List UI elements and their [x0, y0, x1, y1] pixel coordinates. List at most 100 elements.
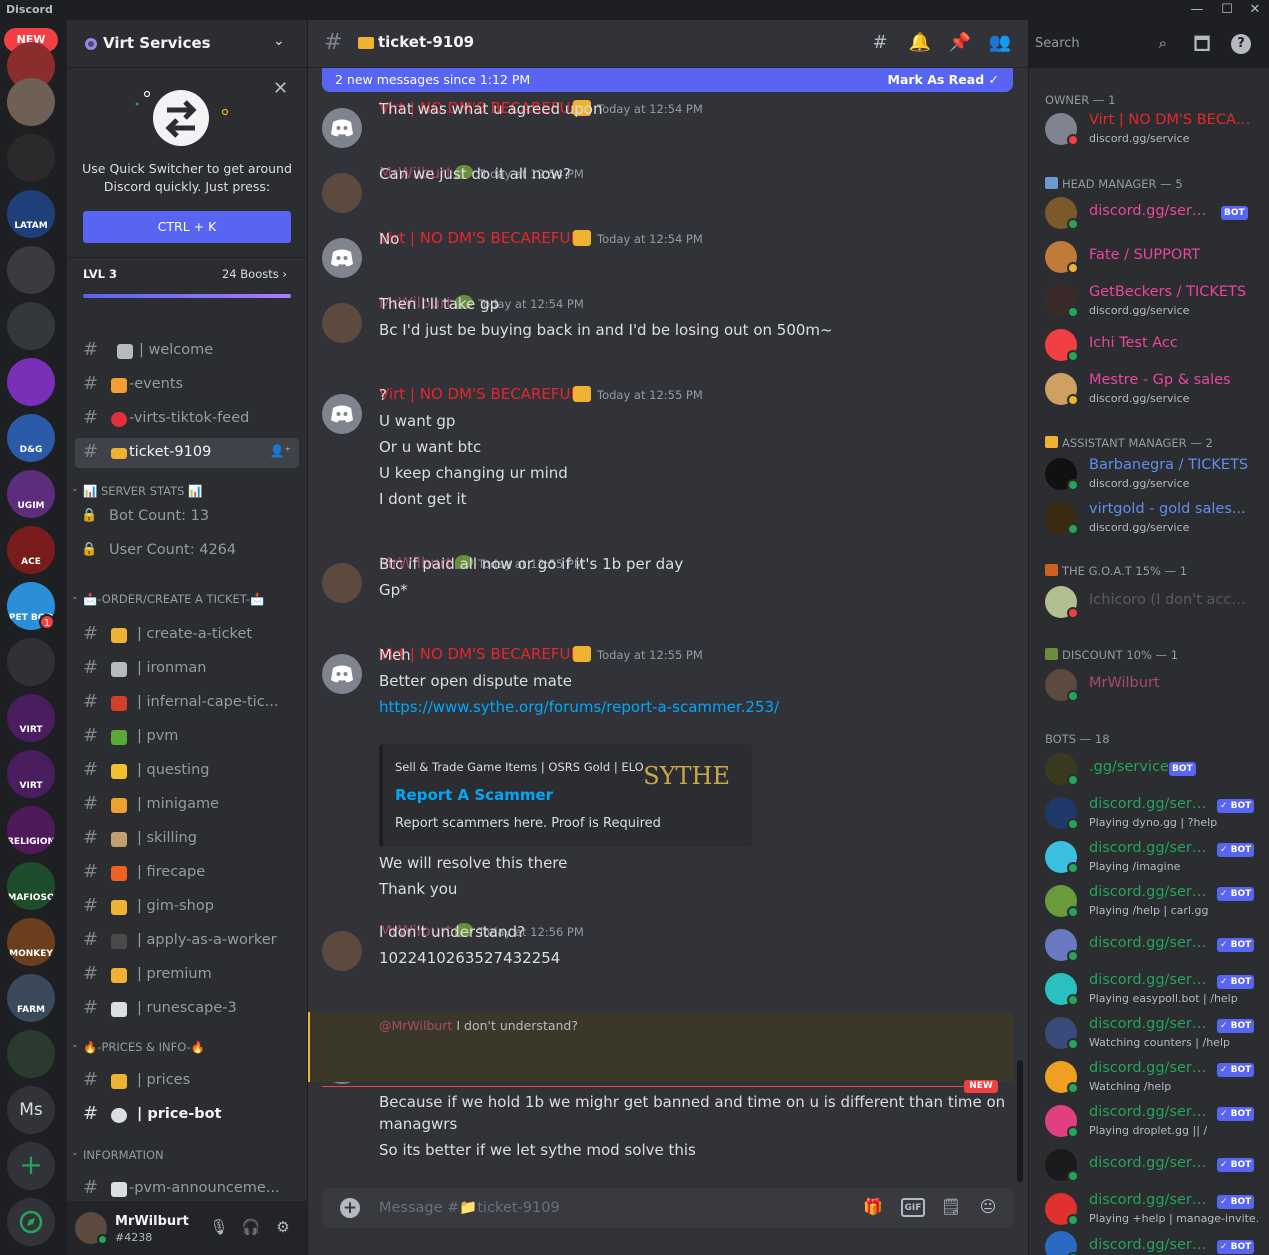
server-5[interactable]: [7, 246, 55, 294]
hash-icon: #: [83, 1103, 99, 1124]
new-messages-divider: [322, 1086, 984, 1087]
avatar[interactable]: [322, 931, 362, 971]
server-7[interactable]: [7, 358, 55, 406]
server-3[interactable]: [7, 134, 55, 182]
chat-scrollbar[interactable]: [1017, 1060, 1023, 1182]
channel-questing[interactable]: # | questing: [75, 756, 299, 786]
minimize-button[interactable]: —: [1186, 1, 1208, 19]
explore-servers-button[interactable]: [7, 1198, 55, 1246]
category-prices[interactable]: ⌄ 🔥-PRICES & INFO-🔥: [71, 1038, 301, 1058]
server-religion[interactable]: RELIGION: [7, 806, 55, 854]
category-information[interactable]: ⌄ INFORMATION: [71, 1146, 301, 1166]
quick-switcher-button[interactable]: CTRL + K: [83, 211, 291, 243]
gift-icon[interactable]: 🎁: [861, 1197, 885, 1219]
close-window-button[interactable]: ✕: [1244, 1, 1266, 19]
server-19[interactable]: [7, 1030, 55, 1078]
server-monkey[interactable]: MONKEY: [7, 918, 55, 966]
gift-emoji-icon: [111, 378, 127, 393]
member-list: OWNER — 1 HEAD MANAGER — 5 ASSISTANT MANAG…: [1029, 68, 1269, 1255]
server-farm[interactable]: FARM: [7, 974, 55, 1022]
bell-icon[interactable]: 🔔: [908, 32, 932, 56]
bot-tag: ✓ BOT: [1217, 1158, 1255, 1172]
gif-button[interactable]: GIF: [901, 1198, 925, 1217]
avatar[interactable]: [322, 238, 362, 278]
add-member-icon[interactable]: 👤⁺: [270, 444, 291, 458]
mark-as-read-button[interactable]: Mark As Read ✓: [888, 72, 999, 87]
maximize-button[interactable]: ☐: [1216, 1, 1238, 19]
gear-icon[interactable]: ⚙: [273, 1218, 293, 1238]
channel-apply-as-a-worker[interactable]: # | apply-as-a-worker: [75, 926, 299, 956]
server-ms[interactable]: Ms: [7, 1086, 55, 1134]
server-2[interactable]: [7, 78, 55, 126]
emoji-icon[interactable]: 😐: [976, 1197, 1000, 1219]
member-name: discord.gg/servi...: [1089, 972, 1214, 988]
channel-pvm-announcements[interactable]: # -pvm-announceme...: [75, 1174, 299, 1204]
avatar[interactable]: [322, 563, 362, 603]
server-ugim[interactable]: UGIM: [7, 470, 55, 518]
channel-runescape-3[interactable]: # | runescape-3: [75, 994, 299, 1024]
inbox-icon[interactable]: 🗖: [1190, 32, 1214, 56]
channel-emoji-icon: [111, 832, 127, 847]
channel-welcome[interactable]: # | welcome: [75, 336, 299, 366]
channel-gim-shop[interactable]: # | gim-shop: [75, 892, 299, 922]
message-input[interactable]: Message #📁ticket-9109: [379, 1199, 560, 1216]
category-server-stats[interactable]: ⌄ 📊 SERVER STATS 📊: [71, 482, 301, 502]
help-icon[interactable]: ?: [1231, 34, 1251, 54]
channel-price-bot[interactable]: # | price-bot: [75, 1100, 299, 1130]
server-6[interactable]: [7, 302, 55, 350]
channel-premium[interactable]: # | premium: [75, 960, 299, 990]
channel-virts-tiktok-feed[interactable]: # -virts-tiktok-feed: [75, 404, 299, 434]
message-link[interactable]: https://www.sythe.org/forums/report-a-sc…: [379, 698, 779, 716]
server-latam[interactable]: LATAM: [7, 190, 55, 238]
server-virt-2[interactable]: VIRT: [7, 750, 55, 798]
channel-skilling[interactable]: # | skilling: [75, 824, 299, 854]
robot-emoji-icon: [111, 1108, 127, 1123]
close-icon[interactable]: ✕: [273, 78, 288, 99]
headphones-icon[interactable]: 🎧: [241, 1218, 261, 1238]
pin-icon[interactable]: 📌: [948, 32, 972, 56]
boost-progress[interactable]: LVL 3 24 Boosts ›: [67, 258, 307, 310]
category-order[interactable]: ⌄ 📩-ORDER/CREATE A TICKET-📩: [71, 590, 301, 610]
quick-switcher-card: ✕ Use Quick Switcher to get around Disco…: [67, 68, 307, 258]
search-box[interactable]: Search ⌕: [1029, 32, 1173, 56]
sticker-icon[interactable]: 🗒: [939, 1197, 963, 1219]
add-server-button[interactable]: +: [7, 1142, 55, 1190]
attach-plus-icon[interactable]: +: [340, 1198, 360, 1218]
channel-prices[interactable]: # | prices: [75, 1066, 299, 1096]
server-12[interactable]: [7, 638, 55, 686]
avatar[interactable]: [322, 108, 362, 148]
avatar[interactable]: [322, 654, 362, 694]
message-text: Can we just do it all now?: [379, 165, 571, 183]
message-author[interactable]: Virt | NO DM'S BECAREFUL: [379, 229, 579, 247]
new-messages-bar[interactable]: 2 new messages since 1:12 PM Mark As Rea…: [322, 68, 1013, 92]
avatar[interactable]: [322, 394, 362, 434]
message-author[interactable]: Virt | NO DM'S BECAREFUL: [379, 385, 579, 403]
channel-label: | firecape: [137, 864, 206, 880]
avatar[interactable]: [322, 303, 362, 343]
channel-events[interactable]: # -events: [75, 370, 299, 400]
voice-channel-bot-count[interactable]: Bot Count: 13: [109, 508, 209, 524]
members-icon[interactable]: 👥: [988, 32, 1012, 56]
channel-ironman[interactable]: # | ironman: [75, 654, 299, 684]
reply-preview[interactable]: @MrWilburt I don't understand?: [379, 1018, 578, 1033]
embed-title-link[interactable]: Report A Scammer: [395, 786, 553, 804]
channel-minigame[interactable]: # | minigame: [75, 790, 299, 820]
threads-icon[interactable]: #: [868, 32, 892, 56]
message-composer[interactable]: + Message #📁ticket-9109 🎁 GIF 🗒 😐: [322, 1188, 1013, 1228]
server-mafioso[interactable]: MAFIOSO: [7, 862, 55, 910]
search-input[interactable]: Search: [1035, 36, 1080, 51]
channel-ticket-9109[interactable]: # ticket-9109 👤⁺: [75, 438, 299, 468]
channel-infernal-cape[interactable]: # | infernal-cape-tic...: [75, 688, 299, 718]
channel-create-a-ticket[interactable]: # | create-a-ticket: [75, 620, 299, 650]
server-virt-1[interactable]: VIRT: [7, 694, 55, 742]
server-dg[interactable]: D&G: [7, 414, 55, 462]
voice-channel-user-count[interactable]: User Count: 4264: [109, 542, 236, 558]
server-ace[interactable]: ACE: [7, 526, 55, 574]
channel-pvm[interactable]: # | pvm: [75, 722, 299, 752]
username[interactable]: MrWilburt: [115, 1214, 189, 1229]
hash-icon: #: [83, 407, 99, 428]
server-header[interactable]: Virt Services ⌄: [67, 20, 307, 68]
channel-firecape[interactable]: # | firecape: [75, 858, 299, 888]
microphone-icon[interactable]: 🎙: [209, 1218, 229, 1238]
avatar[interactable]: [322, 173, 362, 213]
